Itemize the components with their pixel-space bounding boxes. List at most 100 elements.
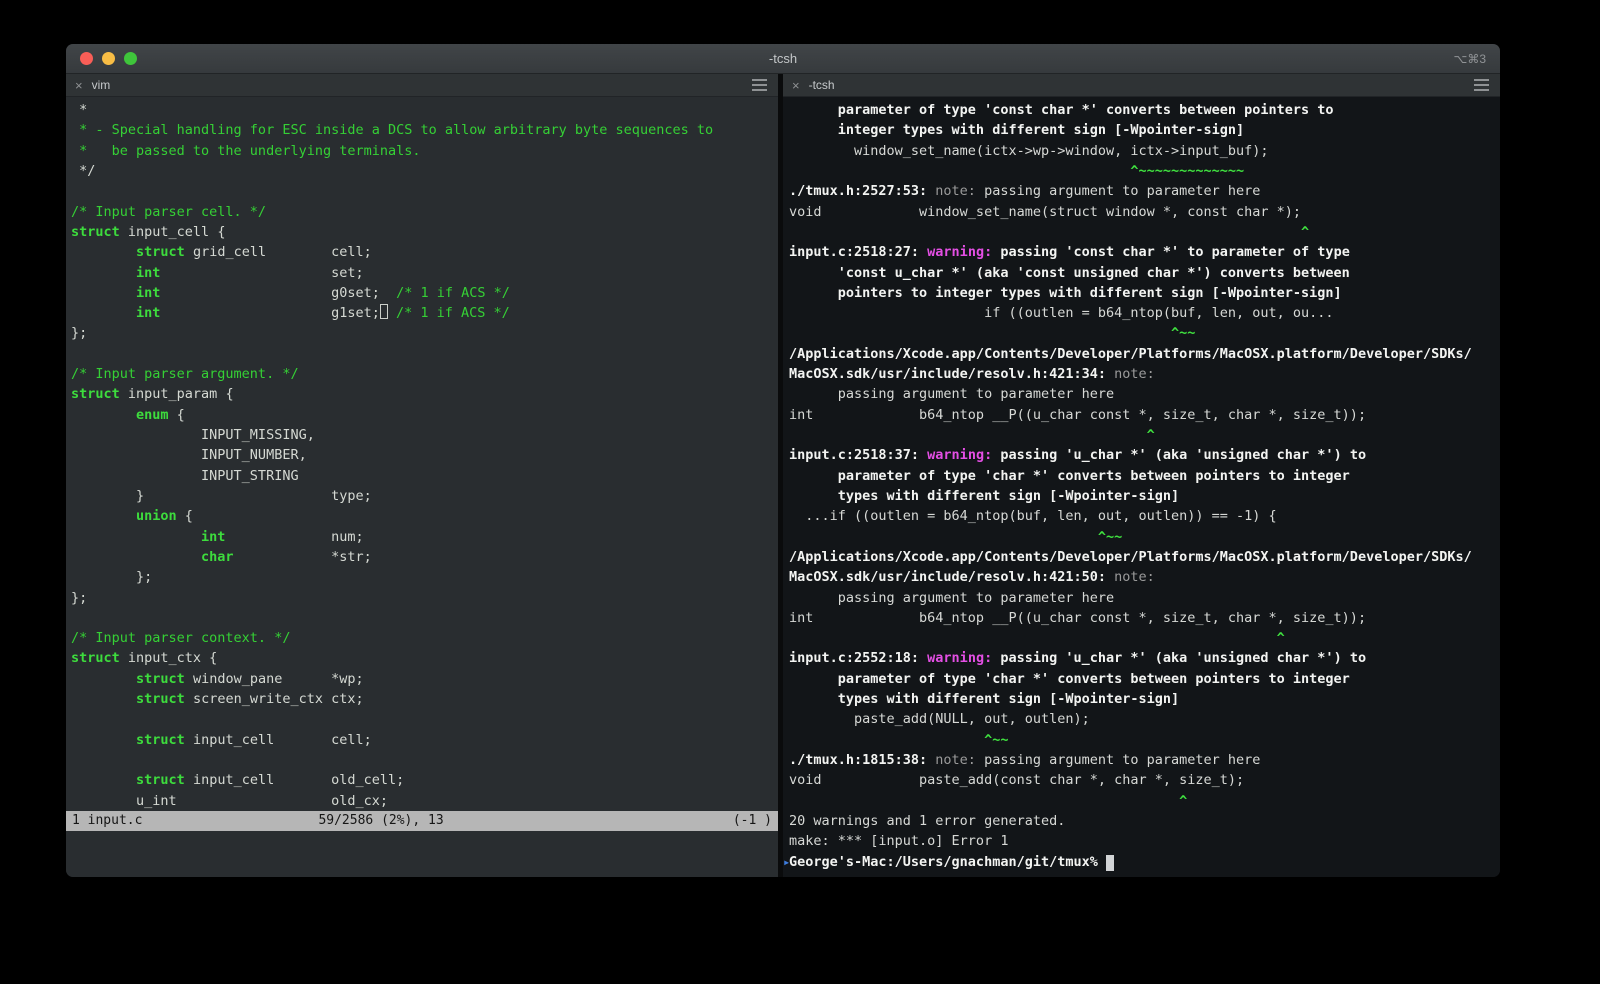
statusline-right: (-1 ) — [732, 813, 772, 829]
terminal-line: ./tmux.h:1815:38: note: passing argument… — [789, 752, 1261, 768]
menu-icon[interactable] — [752, 84, 767, 86]
terminal-line: enum { — [136, 406, 185, 423]
minimize-window-button[interactable] — [102, 52, 115, 65]
terminal-line: int g0set; /* 1 if ACS */ — [136, 284, 510, 301]
terminal-line: INPUT_NUMBER, — [71, 447, 307, 464]
terminal-line: /Applications/Xcode.app/Contents/Develop… — [789, 548, 1472, 565]
terminal-line: input.c:2552:18: warning: passing 'u_cha… — [789, 650, 1367, 667]
terminal-line: make: *** [input.o] Error 1 — [789, 833, 1009, 850]
terminal-line: ./tmux.h:2527:53: note: passing argument… — [789, 183, 1261, 200]
terminal-line: /* Input parser context. */ — [71, 630, 291, 647]
terminal-line: ^ — [789, 427, 1155, 443]
terminal-line: 20 warnings and 1 error generated. — [789, 812, 1066, 829]
terminal-line: struct input_cell cell; — [136, 731, 372, 748]
terminal-line: int num; — [201, 528, 364, 545]
terminal-line: /* Input parser cell. */ — [71, 203, 267, 220]
terminal-line: INPUT_MISSING, — [71, 427, 315, 443]
zoom-window-button[interactable] — [124, 52, 137, 65]
terminal-line: integer types with different sign [-Wpoi… — [789, 122, 1245, 139]
close-window-button[interactable] — [80, 52, 93, 65]
terminal-line: 'const u_char *' (aka 'const unsigned ch… — [789, 264, 1350, 281]
terminal-line: MacOSX.sdk/usr/include/resolv.h:421:50: … — [789, 569, 1155, 586]
shell-screen[interactable]: parameter of type 'const char *' convert… — [783, 97, 1500, 877]
terminal-line: ^ — [789, 792, 1188, 809]
shell-pane-header[interactable]: × -tcsh — [783, 74, 1500, 97]
terminal-line: * — [71, 102, 88, 118]
terminal-line: input.c:2518:37: warning: passing 'u_cha… — [789, 447, 1367, 464]
close-pane-icon[interactable]: × — [75, 79, 83, 92]
vim-buffer-lines: * * - Special handling for ESC inside a … — [66, 97, 778, 811]
terminal-line: ^~~~~~~~~~~~~~ — [789, 162, 1245, 179]
terminal-line: ^ — [789, 630, 1285, 647]
terminal-window: -tcsh ⌥⌘3 × vim * * - Special handling f… — [66, 44, 1500, 877]
terminal-line: ▸George's-Mac:/Users/gnachman/git/tmux% — [783, 852, 1500, 872]
terminal-line: void window_set_name(struct window *, co… — [789, 203, 1302, 220]
terminal-line: pointers to integer types with different… — [789, 284, 1342, 301]
terminal-line: parameter of type 'char *' converts betw… — [789, 670, 1350, 687]
window-titlebar[interactable]: -tcsh ⌥⌘3 — [66, 44, 1500, 74]
shell-output-lines: parameter of type 'const char *' convert… — [783, 97, 1500, 872]
terminal-line: input.c:2518:27: warning: passing 'const… — [789, 244, 1350, 261]
terminal-line: union { — [136, 508, 193, 525]
vim-statusline: 1 input.c 59/2586 (2%), 13 (-1 ) — [66, 810, 778, 831]
terminal-line: int set; — [136, 264, 364, 281]
vim-pane-header[interactable]: × vim — [66, 74, 778, 97]
terminal-line: ^~~ — [789, 731, 1009, 748]
statusline-filename: 1 input.c — [72, 813, 143, 829]
terminal-line: }; — [71, 569, 153, 586]
window-shortcut-badge: ⌥⌘3 — [1453, 51, 1486, 66]
shell-pane-title: -tcsh — [808, 78, 835, 92]
terminal-line: struct input_param { — [71, 386, 234, 403]
terminal-line: ^~~ — [789, 325, 1196, 342]
vim-pane-title: vim — [91, 78, 111, 92]
terminal-line: int b64_ntop __P((u_char const *, size_t… — [789, 609, 1367, 626]
terminal-line: ...if ((outlen = b64_ntop(buf, len, out,… — [789, 508, 1277, 525]
terminal-line: }; — [71, 325, 88, 342]
terminal-line: INPUT_STRING — [71, 467, 299, 484]
vim-hollow-cursor — [379, 304, 388, 320]
terminal-line: void paste_add(const char *, char *, siz… — [789, 772, 1245, 789]
terminal-line: passing argument to parameter here — [789, 589, 1115, 606]
terminal-line: * be passed to the underlying terminals. — [71, 142, 421, 159]
terminal-line: struct input_ctx { — [71, 650, 218, 667]
terminal-line: /Applications/Xcode.app/Contents/Develop… — [789, 345, 1472, 362]
terminal-line: * - Special handling for ESC inside a DC… — [71, 122, 714, 139]
terminal-line: ^ — [789, 223, 1310, 240]
terminal-line: parameter of type 'char *' converts betw… — [789, 467, 1350, 484]
terminal-line: struct grid_cell cell; — [136, 244, 372, 261]
shell-block-cursor — [1105, 854, 1114, 871]
terminal-line: if ((outlen = b64_ntop(buf, len, out, ou… — [789, 305, 1334, 322]
split-panes: × vim * * - Special handling for ESC ins… — [66, 74, 1500, 877]
terminal-line: types with different sign [-Wpointer-sig… — [789, 691, 1180, 708]
traffic-lights — [80, 44, 137, 73]
terminal-line: struct screen_write_ctx ctx; — [136, 691, 364, 708]
terminal-line: */ — [71, 162, 96, 179]
shell-pane: × -tcsh parameter of type 'const char *'… — [783, 74, 1500, 877]
terminal-line: char *str; — [201, 548, 372, 565]
vim-screen[interactable]: * * - Special handling for ESC inside a … — [66, 97, 778, 877]
terminal-line: } type; — [71, 487, 372, 504]
close-pane-icon[interactable]: × — [792, 79, 800, 92]
terminal-line: u_int old_cx; — [71, 792, 388, 809]
menu-icon[interactable] — [1474, 84, 1489, 86]
terminal-line: int b64_ntop __P((u_char const *, size_t… — [789, 406, 1367, 423]
terminal-line: struct window_pane *wp; — [136, 670, 364, 687]
terminal-line: ^~~ — [789, 528, 1123, 545]
terminal-line: struct input_cell { — [71, 223, 226, 240]
statusline-position: 59/2586 (2%), 13 — [318, 813, 444, 829]
terminal-line: /* Input parser argument. */ — [71, 366, 299, 383]
terminal-line: types with different sign [-Wpointer-sig… — [789, 487, 1180, 504]
vim-pane: × vim * * - Special handling for ESC ins… — [66, 74, 778, 877]
window-title: -tcsh — [768, 51, 798, 66]
terminal-line: struct input_cell old_cell; — [136, 772, 405, 789]
terminal-line: MacOSX.sdk/usr/include/resolv.h:421:34: … — [789, 366, 1155, 383]
terminal-line: }; — [71, 589, 88, 606]
terminal-line: passing argument to parameter here — [789, 386, 1115, 403]
terminal-line: int g1set; /* 1 if ACS */ — [136, 304, 510, 322]
terminal-line: parameter of type 'const char *' convert… — [789, 102, 1334, 118]
